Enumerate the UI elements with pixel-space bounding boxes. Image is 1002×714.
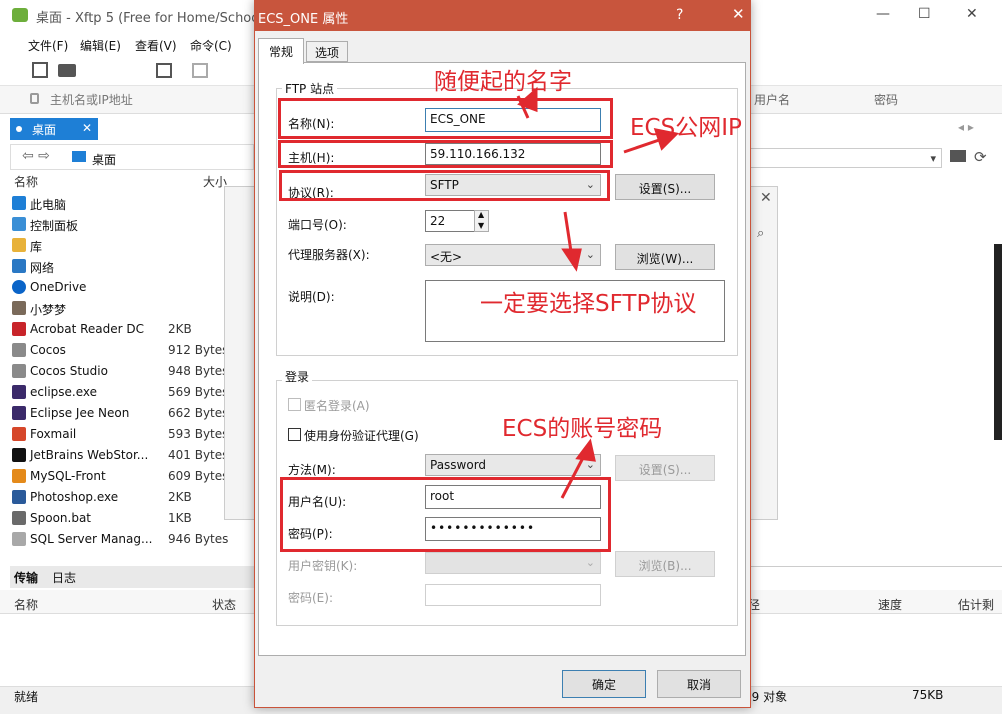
arrow-head-host [653, 128, 680, 151]
annotation-arrows [516, 86, 680, 499]
arrow-head-protocol [561, 248, 582, 272]
arrow-head-credentials [575, 438, 596, 462]
